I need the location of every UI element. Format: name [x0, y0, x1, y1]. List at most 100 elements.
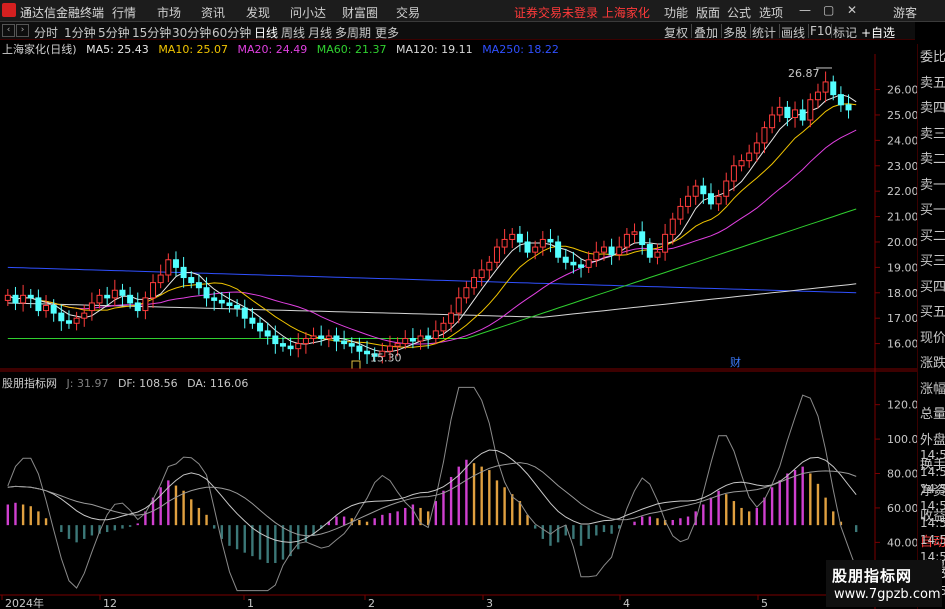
side-item-14[interactable]: 总量	[920, 403, 945, 422]
side-item-3[interactable]: 卖三	[920, 123, 945, 142]
side-item-13[interactable]: 涨幅	[920, 378, 945, 397]
candle-body	[20, 294, 27, 304]
tool-huaxian[interactable]: 画线	[781, 24, 805, 41]
candle-body	[279, 343, 286, 347]
candle-body	[348, 343, 355, 347]
tool-fuquan[interactable]: 复权	[664, 24, 688, 41]
side-item-2[interactable]: 卖四	[920, 97, 945, 116]
ma250-line	[7, 266, 857, 294]
side-item-6[interactable]: 买一	[920, 199, 945, 218]
tab-30min[interactable]: 30分钟	[172, 24, 211, 41]
tab-60min[interactable]: 60分钟	[212, 24, 251, 41]
candle-body	[837, 94, 844, 106]
tab-more[interactable]: 更多	[375, 24, 399, 41]
price-tick-label: 21.00	[887, 211, 917, 224]
candle-body	[769, 114, 776, 129]
nav-back-icon[interactable]: ‹	[2, 24, 15, 37]
tab-rixian[interactable]: 日线	[254, 24, 278, 41]
menu-item-gongshi[interactable]: 公式	[727, 4, 751, 21]
candle-body	[646, 244, 653, 258]
menu-item-caifuquan[interactable]: 财富圈	[342, 4, 378, 21]
candle-body	[669, 218, 676, 235]
candle-body	[218, 299, 225, 304]
candle-body	[707, 193, 714, 205]
tab-15min[interactable]: 15分钟	[132, 24, 171, 41]
indicator-chart[interactable]: 20.0040.0060.0080.00100.00120.00	[6, 386, 917, 592]
candle-body	[425, 335, 432, 340]
side-item-11[interactable]: 现价	[920, 327, 945, 346]
nav-forward-icon[interactable]: ›	[16, 24, 29, 37]
candle-body	[730, 165, 737, 182]
menu-item-banmian[interactable]: 版面	[696, 4, 720, 21]
maximize-icon[interactable]: ▢	[823, 3, 834, 17]
x-tick-label: 1	[247, 597, 254, 609]
price-chart[interactable]: 16.00 17.00 18.00 19.00 20.00 21.00 22.00 23.00…	[4, 54, 917, 370]
candle-body	[73, 317, 80, 324]
candle-body	[814, 91, 821, 101]
menu-item-zixun[interactable]: 资讯	[201, 4, 225, 21]
candle-body	[356, 345, 363, 352]
tab-1min[interactable]: 1分钟	[64, 24, 96, 41]
candle-body	[134, 302, 141, 312]
tab-fenshi[interactable]: 分时	[34, 24, 58, 41]
chart-area[interactable]: 16.00 17.00 18.00 19.00 20.00 21.00 22.00 23.00…	[0, 54, 917, 609]
candle-body	[27, 294, 34, 299]
candle-body	[295, 343, 302, 350]
candle-body	[524, 241, 531, 253]
side-item-15[interactable]: 外盘	[920, 429, 945, 448]
trade-time: 14:56	[920, 533, 945, 547]
price-tick-label: 23.00	[887, 160, 917, 173]
candle-body	[616, 246, 623, 256]
candle-body	[478, 269, 485, 279]
side-item-12[interactable]: 涨跌	[920, 352, 945, 371]
tool-biaoji[interactable]: 标记	[833, 24, 857, 41]
trade-login-warning[interactable]: 证券交易未登录 上海家化	[514, 4, 650, 21]
side-item-5[interactable]: 卖一	[920, 174, 945, 193]
ma60-line	[7, 208, 857, 339]
candle-body	[677, 205, 684, 220]
side-item-1[interactable]: 卖五	[920, 72, 945, 91]
side-item-8[interactable]: 买三	[920, 250, 945, 269]
tool-diejia[interactable]: 叠加	[694, 24, 718, 41]
menu-item-jiaoyi[interactable]: 交易	[396, 4, 420, 21]
menu-item-hangqing[interactable]: 行情	[112, 4, 136, 21]
minimize-icon[interactable]: —	[799, 3, 811, 17]
tab-zhouxian[interactable]: 周线	[281, 24, 305, 41]
price-tick-label: 25.00	[887, 109, 917, 122]
tool-f10[interactable]: F10	[810, 24, 832, 38]
side-item-9[interactable]: 买四	[920, 276, 945, 295]
app-title: 通达信金融终端	[20, 6, 105, 20]
candle-body	[685, 195, 692, 207]
candle-body	[448, 312, 455, 324]
side-item-0[interactable]: 委比	[920, 46, 945, 65]
close-icon[interactable]: ✕	[847, 3, 857, 17]
tab-duozhouqi[interactable]: 多周期	[335, 24, 371, 41]
menu-item-faxian[interactable]: 发现	[246, 4, 270, 21]
indicator-name[interactable]: 股朋指标网	[2, 377, 57, 390]
candle-body	[43, 304, 50, 312]
tab-yuexian[interactable]: 月线	[308, 24, 332, 41]
finance-event-label: 财	[730, 355, 741, 369]
trade-time: 14:56	[920, 465, 945, 479]
side-item-10[interactable]: 买五	[920, 301, 945, 320]
candle-body	[211, 297, 218, 301]
candle-body	[272, 335, 279, 345]
price-tick-label: 22.00	[887, 185, 917, 198]
add-watchlist-button[interactable]: +自选	[861, 24, 895, 41]
menu-item-wenxiaoda[interactable]: 问小达	[290, 4, 326, 21]
indicator-da-line	[7, 462, 857, 537]
menu-item-shichang[interactable]: 市场	[157, 4, 181, 21]
candle-body	[623, 233, 630, 248]
menu-item-gongneng[interactable]: 功能	[664, 4, 688, 21]
candle-body	[807, 99, 814, 121]
tool-tongji[interactable]: 统计	[752, 24, 776, 41]
price-tick-label: 24.00	[887, 134, 917, 147]
side-item-7[interactable]: 买二	[920, 225, 945, 244]
side-item-4[interactable]: 卖二	[920, 148, 945, 167]
menu-item-xuanxiang[interactable]: 选项	[759, 4, 783, 21]
candle-body	[364, 350, 371, 355]
candle-body	[455, 297, 462, 314]
tool-duogu[interactable]: 多股	[723, 24, 747, 41]
tab-5min[interactable]: 5分钟	[98, 24, 130, 41]
guest-label[interactable]: 游客	[893, 4, 917, 21]
